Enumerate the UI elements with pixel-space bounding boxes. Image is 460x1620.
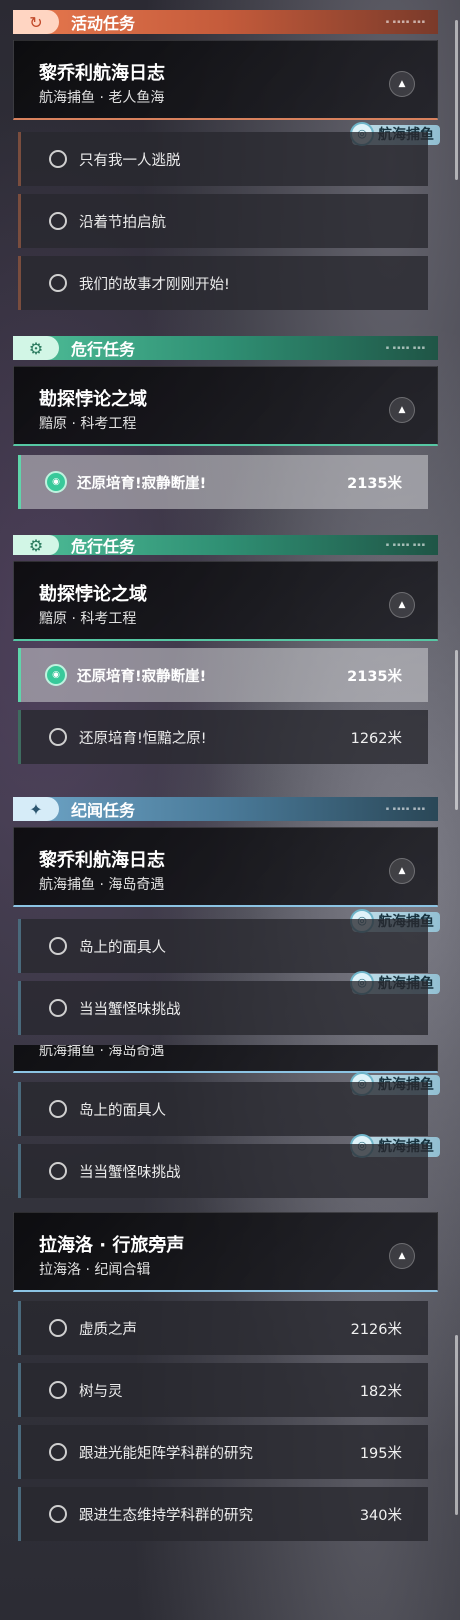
task-label: 只有我一人逃脱 <box>79 152 181 169</box>
collapse-button[interactable]: ▲ <box>389 71 415 97</box>
collapse-button[interactable]: ▲ <box>389 858 415 884</box>
quest-card[interactable]: 拉海洛 · 行旅旁声 拉海洛 · 纪闻合辑 ▲ <box>13 1212 438 1292</box>
task-label: 当当蟹怪味挑战 <box>79 1164 181 1181</box>
task-status-circle-icon <box>49 150 67 168</box>
task-label: 当当蟹怪味挑战 <box>79 1001 181 1018</box>
quest-title: 勘探悖论之域 <box>39 389 147 410</box>
task-status-circle-icon <box>49 212 67 230</box>
story-category-header: ✦ 纪闻任务 ▪ ▪▪▪▪ ▪▪▪ <box>13 797 438 821</box>
tracked-target-icon: ◉ <box>45 664 67 686</box>
quest-title: 黎乔利航海日志 <box>39 850 165 871</box>
category-title: 危行任务 <box>71 537 136 556</box>
quest-subtitle: 航海捕鱼 · 老人鱼海 <box>39 90 165 106</box>
task-status-circle-icon <box>49 1505 67 1523</box>
task-row[interactable]: 还原培育!恒黯之原! 1262米 <box>18 710 428 764</box>
quest-subtitle: 黯原 · 科考工程 <box>39 416 137 432</box>
task-label: 树与灵 <box>79 1383 123 1400</box>
task-row[interactable]: 跟进光能矩阵学科群的研究 195米 <box>18 1425 428 1479</box>
collapse-button[interactable]: ▲ <box>389 1243 415 1269</box>
task-row[interactable]: 岛上的面具人 <box>18 1082 428 1136</box>
header-decoration: ▪ ▪▪▪▪ ▪▪▪ <box>385 542 426 548</box>
task-row[interactable]: 树与灵 182米 <box>18 1363 428 1417</box>
task-row-active[interactable]: ◉ 还原培育!寂静断崖! 2135米 <box>18 648 428 702</box>
quest-title: 黎乔利航海日志 <box>39 63 165 84</box>
task-status-circle-icon <box>49 1319 67 1337</box>
task-distance: 195米 <box>359 1445 402 1462</box>
quest-subtitle: 航海捕鱼 · 海岛奇遇 <box>39 877 165 893</box>
task-row[interactable]: 虚质之声 2126米 <box>18 1301 428 1355</box>
task-row[interactable]: 只有我一人逃脱 <box>18 132 428 186</box>
task-label: 我们的故事才刚刚开始! <box>79 276 230 293</box>
task-row[interactable]: 跟进生态维持学科群的研究 340米 <box>18 1487 428 1541</box>
task-label: 还原培育!恒黯之原! <box>79 730 207 747</box>
task-label: 跟进光能矩阵学科群的研究 <box>79 1445 253 1462</box>
scrollbar[interactable] <box>455 1335 458 1515</box>
quest-card[interactable]: 黎乔利航海日志 航海捕鱼 · 老人鱼海 ▲ <box>13 40 438 120</box>
task-label: 还原培育!寂静断崖! <box>77 668 207 685</box>
quest-title: 勘探悖论之域 <box>39 584 147 605</box>
tracked-target-icon: ◉ <box>45 471 67 493</box>
quest-list-panel-2: ⚙ 危行任务 ▪ ▪▪▪▪ ▪▪▪ 勘探悖论之域 黯原 · 科考工程 ▲ ◉ 还… <box>0 535 460 1035</box>
danger-quest-icon: ⚙ <box>13 336 59 360</box>
activity-category-header: ↻ 活动任务 ▪ ▪▪▪▪ ▪▪▪ <box>13 10 438 34</box>
task-status-circle-icon <box>49 999 67 1017</box>
scrollbar[interactable] <box>455 20 458 180</box>
collapse-button[interactable]: ▲ <box>389 592 415 618</box>
activity-quest-icon: ↻ <box>13 10 59 34</box>
task-status-circle-icon <box>49 1443 67 1461</box>
task-status-circle-icon <box>49 1100 67 1118</box>
task-distance: 2135米 <box>347 475 402 492</box>
task-distance: 2135米 <box>347 668 402 685</box>
quest-title: 拉海洛 · 行旅旁声 <box>39 1235 185 1256</box>
scrollbar[interactable] <box>455 650 458 810</box>
quest-card[interactable]: 勘探悖论之域 黯原 · 科考工程 ▲ <box>13 366 438 446</box>
quest-subtitle: 黯原 · 科考工程 <box>39 611 137 627</box>
quest-list-panel-1: ↻ 活动任务 ▪ ▪▪▪▪ ▪▪▪ 黎乔利航海日志 航海捕鱼 · 老人鱼海 ▲ … <box>0 0 460 527</box>
task-distance: 182米 <box>359 1383 402 1400</box>
quest-card[interactable]: 航海捕鱼 · 海岛奇遇 <box>13 1045 438 1073</box>
task-status-circle-icon <box>49 274 67 292</box>
task-row[interactable]: 当当蟹怪味挑战 <box>18 1144 428 1198</box>
task-status-circle-icon <box>49 1162 67 1180</box>
task-distance: 1262米 <box>350 730 402 747</box>
quest-card[interactable]: 勘探悖论之域 黯原 · 科考工程 ▲ <box>13 561 438 641</box>
task-label: 跟进生态维持学科群的研究 <box>79 1507 253 1524</box>
task-label: 岛上的面具人 <box>79 939 166 956</box>
task-label: 还原培育!寂静断崖! <box>77 475 207 492</box>
task-status-circle-icon <box>49 937 67 955</box>
category-title: 活动任务 <box>71 14 136 33</box>
quest-subtitle: 航海捕鱼 · 海岛奇遇 <box>39 1045 165 1059</box>
task-label: 岛上的面具人 <box>79 1102 166 1119</box>
story-quest-icon: ✦ <box>13 797 59 821</box>
task-status-circle-icon <box>49 728 67 746</box>
header-decoration: ▪ ▪▪▪▪ ▪▪▪ <box>385 806 426 812</box>
quest-subtitle: 拉海洛 · 纪闻合辑 <box>39 1262 151 1278</box>
task-status-circle-icon <box>49 1381 67 1399</box>
collapse-button[interactable]: ▲ <box>389 397 415 423</box>
task-row[interactable]: 我们的故事才刚刚开始! <box>18 256 428 310</box>
task-row-active[interactable]: ◉ 还原培育!寂静断崖! 2135米 <box>18 455 428 509</box>
danger-quest-icon: ⚙ <box>13 535 59 555</box>
task-distance: 340米 <box>359 1507 402 1524</box>
task-label: 沿着节拍启航 <box>79 214 166 231</box>
task-row[interactable]: 沿着节拍启航 <box>18 194 428 248</box>
quest-card[interactable]: 黎乔利航海日志 航海捕鱼 · 海岛奇遇 ▲ <box>13 827 438 907</box>
header-decoration: ▪ ▪▪▪▪ ▪▪▪ <box>385 19 426 25</box>
task-distance: 2126米 <box>350 1321 402 1338</box>
category-title: 纪闻任务 <box>71 801 136 820</box>
category-title: 危行任务 <box>71 340 136 359</box>
danger-category-header: ⚙ 危行任务 ▪ ▪▪▪▪ ▪▪▪ <box>13 535 438 556</box>
danger-category-header: ⚙ 危行任务 ▪ ▪▪▪▪ ▪▪▪ <box>13 336 438 360</box>
task-row[interactable]: 当当蟹怪味挑战 <box>18 981 428 1035</box>
quest-list-panel-3: 航海捕鱼 · 海岛奇遇 ◎ 航海捕鱼 岛上的面具人 ◎ 航海捕鱼 当当蟹怪味挑战… <box>0 1045 460 1620</box>
task-row[interactable]: 岛上的面具人 <box>18 919 428 973</box>
task-label: 虚质之声 <box>79 1321 137 1338</box>
header-decoration: ▪ ▪▪▪▪ ▪▪▪ <box>385 345 426 351</box>
